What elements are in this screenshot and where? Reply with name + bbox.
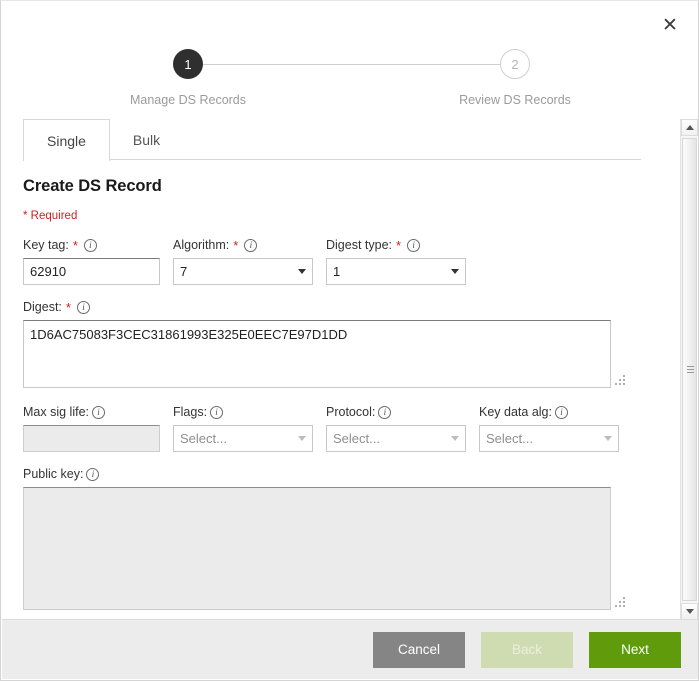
digest-type-select[interactable]: 1 — [326, 258, 466, 285]
dialog-footer: Cancel Back Next — [2, 619, 698, 679]
digest-type-label-text: Digest type: — [326, 238, 393, 252]
field-digest-type: Digest type: * i 1 — [326, 237, 466, 285]
flags-label-text: Flags: — [173, 405, 208, 419]
digest-type-label: Digest type: * i — [326, 237, 466, 253]
digest-type-info-icon[interactable]: i — [407, 238, 421, 252]
public-key-textarea[interactable] — [23, 487, 611, 610]
protocol-info-icon[interactable]: i — [378, 405, 392, 419]
digest-required-star: * — [65, 299, 71, 315]
ds-record-form: Create DS Record * Required Key tag: * i — [2, 160, 659, 610]
algorithm-info-icon[interactable]: i — [244, 238, 258, 252]
max-sig-life-input[interactable] — [23, 425, 160, 452]
algorithm-select[interactable]: 7 — [173, 258, 313, 285]
scrollbar-grip-icon — [687, 365, 694, 375]
stepper-step-1[interactable]: 1 Manage DS Records — [103, 49, 273, 107]
tab-single[interactable]: Single — [23, 119, 110, 161]
field-public-key: Public key: i — [23, 466, 628, 610]
wizard-stepper: 1 Manage DS Records 2 Review DS Records — [1, 49, 698, 119]
tab-bar: Single Bulk — [23, 119, 641, 161]
key-tag-required-star: * — [72, 237, 78, 253]
step-1-label: Manage DS Records — [129, 93, 247, 107]
field-key-tag: Key tag: * i — [23, 237, 160, 285]
key-data-alg-label: Key data alg: i — [479, 404, 619, 420]
protocol-label-text: Protocol: — [326, 405, 376, 419]
key-tag-input[interactable] — [23, 258, 160, 285]
digest-label: Digest: * i — [23, 299, 628, 315]
field-digest: Digest: * i 1D6AC75083F3CEC31861993E325E… — [23, 299, 628, 388]
protocol-label: Protocol: i — [326, 404, 466, 420]
caret-down-icon — [685, 609, 694, 614]
cancel-button[interactable]: Cancel — [373, 631, 465, 668]
scroll-down-icon[interactable] — [681, 603, 698, 620]
digest-label-text: Digest: — [23, 300, 62, 314]
algorithm-label-text: Algorithm: — [173, 238, 230, 252]
public-key-label-text: Public key: — [23, 467, 84, 481]
next-button[interactable]: Next — [589, 631, 681, 668]
step-1-circle: 1 — [173, 49, 203, 79]
back-button[interactable]: Back — [481, 631, 573, 668]
field-max-sig-life: Max sig life: i — [23, 404, 160, 452]
algorithm-select-wrap: 7 — [173, 258, 313, 285]
max-sig-life-label: Max sig life: i — [23, 404, 160, 420]
scroll-up-icon[interactable] — [681, 119, 698, 136]
public-key-textarea-wrap — [23, 487, 628, 610]
field-row-1: Key tag: * i Algorithm: * i — [23, 237, 641, 285]
flags-select-wrap: Select... — [173, 425, 313, 452]
key-tag-info-icon[interactable]: i — [83, 238, 97, 252]
digest-info-icon[interactable]: i — [76, 300, 90, 314]
tab-bulk[interactable]: Bulk — [110, 119, 183, 160]
tab-single-label: Single — [47, 132, 86, 149]
field-protocol: Protocol: i Select... — [326, 404, 466, 452]
resize-grip-icon[interactable] — [615, 375, 625, 385]
key-tag-label-text: Key tag: — [23, 238, 69, 252]
protocol-select-wrap: Select... — [326, 425, 466, 452]
public-key-info-icon[interactable]: i — [86, 467, 100, 481]
create-ds-record-dialog: ✕ 1 Manage DS Records 2 Review DS Record… — [0, 0, 699, 681]
caret-up-icon — [685, 125, 694, 130]
key-data-alg-label-text: Key data alg: — [479, 405, 552, 419]
flags-label: Flags: i — [173, 404, 313, 420]
dialog-content: Single Bulk Create DS Record * Required … — [2, 119, 659, 620]
step-1-number: 1 — [184, 56, 192, 72]
digest-type-select-wrap: 1 — [326, 258, 466, 285]
algorithm-label: Algorithm: * i — [173, 237, 313, 253]
public-key-label: Public key: i — [23, 466, 628, 482]
field-key-data-alg: Key data alg: i Select... — [479, 404, 619, 452]
key-data-alg-info-icon[interactable]: i — [554, 405, 568, 419]
dialog-scroll-region: Single Bulk Create DS Record * Required … — [2, 119, 698, 620]
vertical-scrollbar[interactable] — [680, 119, 698, 620]
algorithm-required-star: * — [233, 237, 239, 253]
required-note: * Required — [23, 210, 78, 222]
digest-textarea-wrap: 1D6AC75083F3CEC31861993E325E0EEC7E97D1DD — [23, 320, 628, 388]
field-row-2: Max sig life: i Flags: i Select... Proto… — [23, 404, 641, 452]
max-sig-life-label-text: Max sig life: — [23, 405, 89, 419]
tab-bulk-label: Bulk — [132, 131, 161, 148]
flags-info-icon[interactable]: i — [210, 405, 224, 419]
protocol-select[interactable]: Select... — [326, 425, 466, 452]
resize-grip-icon[interactable] — [615, 597, 625, 607]
page-title: Create DS Record — [23, 177, 162, 195]
step-2-number: 2 — [511, 56, 519, 72]
digest-textarea[interactable]: 1D6AC75083F3CEC31861993E325E0EEC7E97D1DD — [23, 320, 611, 388]
flags-select[interactable]: Select... — [173, 425, 313, 452]
step-2-label: Review DS Records — [459, 93, 571, 107]
key-data-alg-select-wrap: Select... — [479, 425, 619, 452]
max-sig-life-info-icon[interactable]: i — [92, 405, 105, 419]
key-data-alg-select[interactable]: Select... — [479, 425, 619, 452]
field-flags: Flags: i Select... — [173, 404, 313, 452]
close-icon[interactable]: ✕ — [656, 11, 684, 39]
scrollbar-thumb[interactable] — [682, 138, 697, 601]
field-algorithm: Algorithm: * i 7 — [173, 237, 313, 285]
digest-type-required-star: * — [396, 237, 402, 253]
step-2-circle: 2 — [500, 49, 530, 79]
stepper-step-2[interactable]: 2 Review DS Records — [430, 49, 600, 107]
key-tag-label: Key tag: * i — [23, 237, 160, 253]
